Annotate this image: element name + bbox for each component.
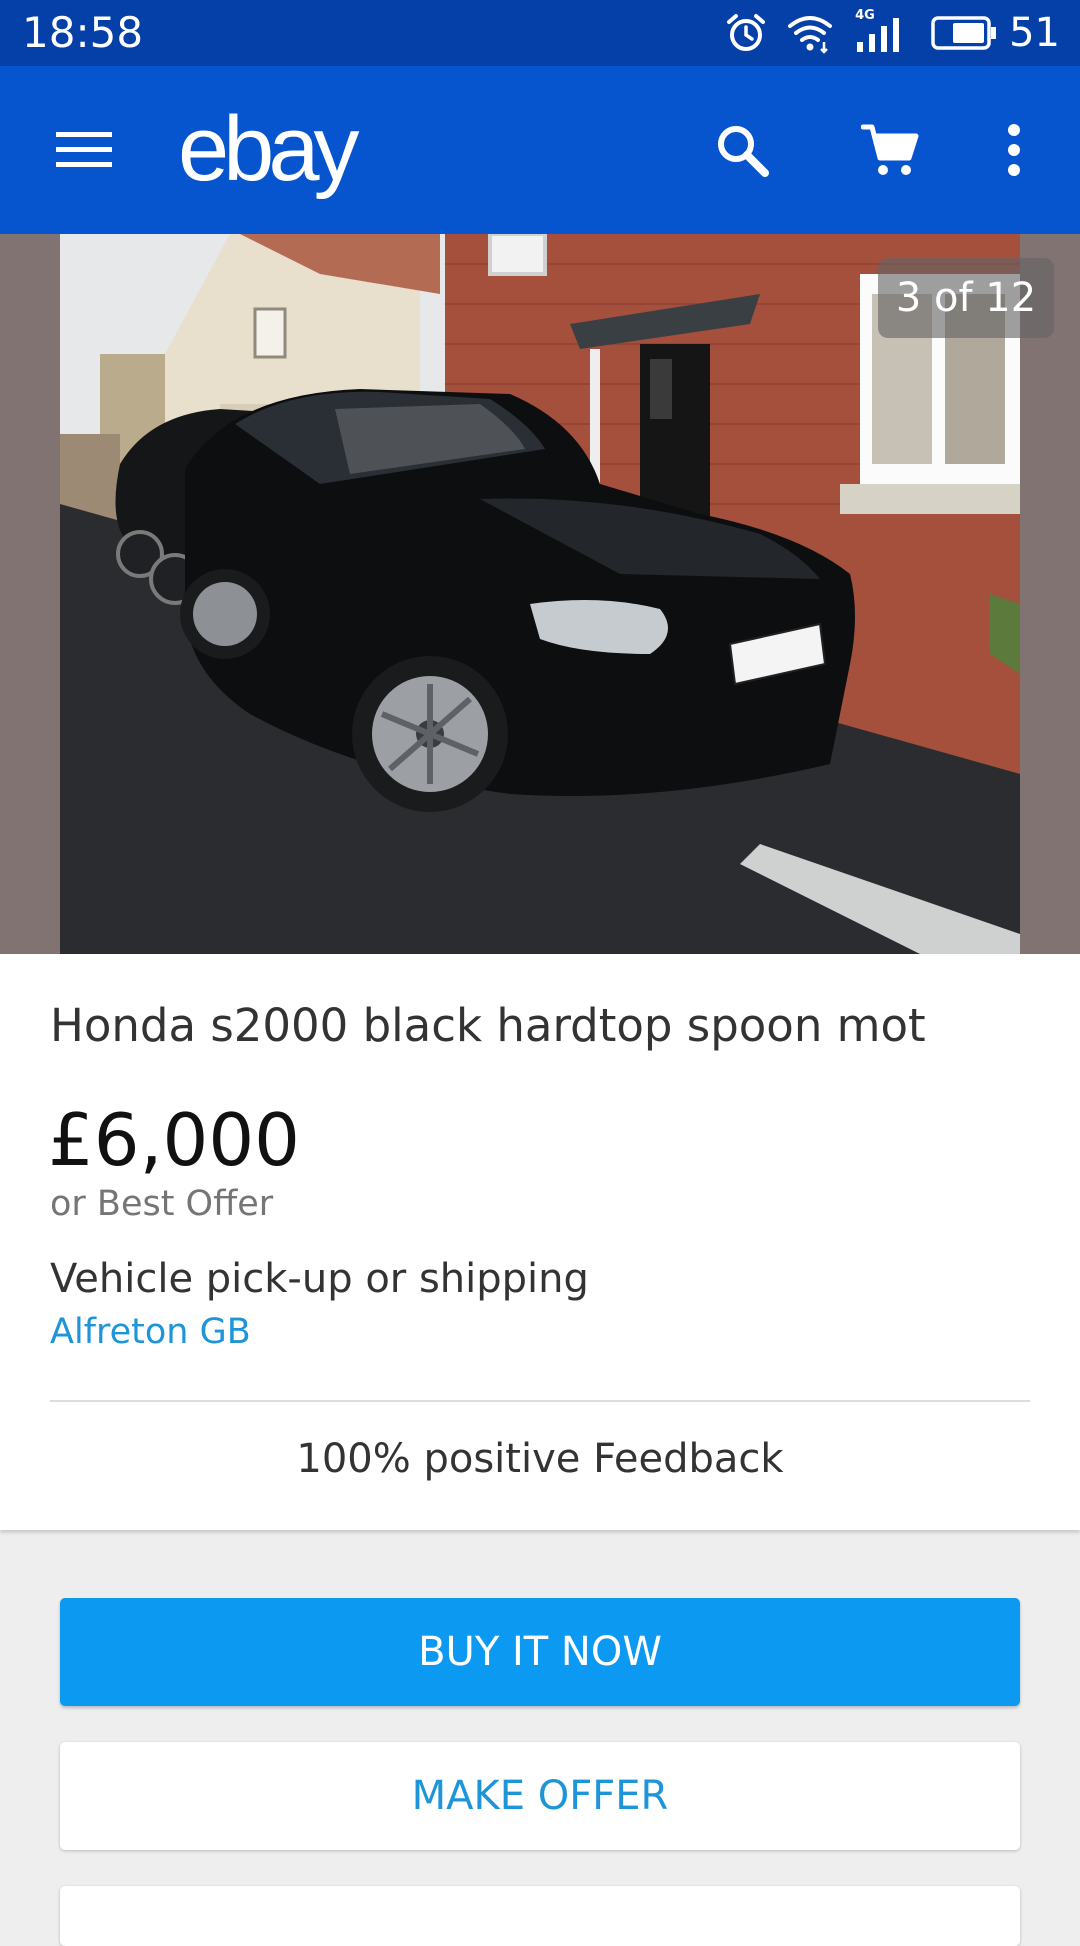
- status-time: 18:58: [22, 8, 144, 57]
- next-action-button[interactable]: [60, 1886, 1020, 1946]
- more-options-button[interactable]: [970, 106, 1058, 194]
- alarm-icon: [727, 14, 766, 51]
- listing-photo[interactable]: [60, 234, 1020, 954]
- app-header: ebay: [0, 66, 1080, 234]
- wifi-icon: [788, 16, 833, 54]
- buy-it-now-button[interactable]: BUY IT NOW: [60, 1598, 1020, 1706]
- status-icons: 4G 51: [705, 8, 1060, 58]
- delivery-method: Vehicle pick-up or shipping: [50, 1256, 589, 1302]
- price-note: or Best Offer: [50, 1184, 274, 1224]
- more-vert-icon: [1008, 124, 1020, 176]
- search-button[interactable]: [698, 106, 786, 194]
- signal-icon: [857, 18, 900, 52]
- make-offer-button[interactable]: MAKE OFFER: [60, 1742, 1020, 1850]
- ebay-logo[interactable]: ebay: [178, 94, 359, 204]
- photo-counter: 3 of 12: [878, 258, 1054, 338]
- photo-gallery[interactable]: 3 of 12: [0, 234, 1080, 954]
- signal-indicator: 4G: [853, 9, 911, 54]
- status-bar: 18:58 4G 51: [0, 0, 1080, 66]
- listing-details: Honda s2000 black hardtop spoon mot £6,0…: [0, 954, 1080, 1530]
- cart-button[interactable]: [846, 106, 934, 194]
- item-location-link[interactable]: Alfreton GB: [50, 1308, 251, 1356]
- menu-icon: [56, 132, 112, 167]
- battery-level: 51: [1009, 10, 1060, 56]
- menu-button[interactable]: [40, 112, 128, 188]
- listing-title: Honda s2000 black hardtop spoon mot: [50, 999, 926, 1052]
- seller-feedback[interactable]: 100% positive Feedback: [0, 1432, 1080, 1486]
- cart-icon: [861, 124, 919, 175]
- divider: [50, 1400, 1030, 1402]
- battery-icon: [931, 16, 997, 50]
- listing-price: £6,000: [48, 1098, 300, 1182]
- search-icon: [718, 126, 769, 177]
